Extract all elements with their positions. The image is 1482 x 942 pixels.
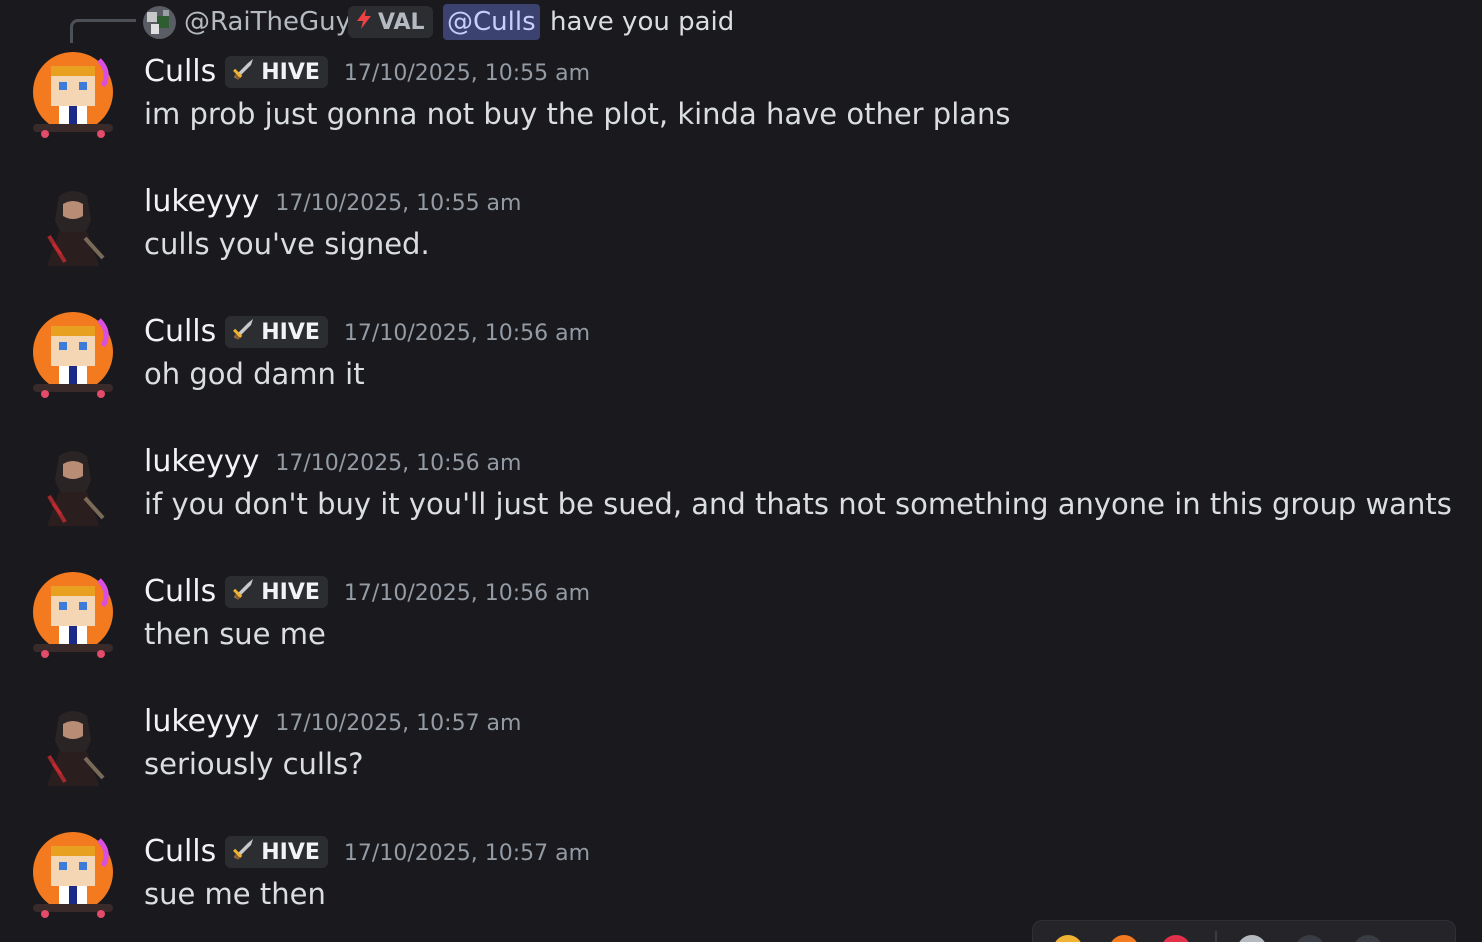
username[interactable]: Culls: [144, 832, 216, 872]
timestamp[interactable]: 17/10/2025, 10:57 am: [275, 700, 521, 744]
username[interactable]: lukeyyy: [144, 442, 259, 482]
lukeyyy-avatar[interactable]: [29, 182, 117, 270]
timestamp[interactable]: 17/10/2025, 10:56 am: [344, 310, 590, 354]
message-header: Culls HIVE 17/10/2025, 10:56 am: [144, 312, 590, 352]
message-content: im prob just gonna not buy the plot, kin…: [144, 97, 1011, 131]
message-header: lukeyyy 17/10/2025, 10:56 am: [144, 442, 521, 482]
role-tag[interactable]: HIVE: [225, 316, 328, 348]
thumbs-up-reaction-icon[interactable]: [1053, 935, 1083, 942]
timestamp[interactable]: 17/10/2025, 10:55 am: [344, 50, 590, 94]
message-header: Culls HIVE 17/10/2025, 10:55 am: [144, 52, 590, 92]
username[interactable]: Culls: [144, 52, 216, 92]
message-item[interactable]: Culls HIVE 17/10/2025, 10:56 am oh god d…: [0, 312, 1482, 432]
culls-avatar[interactable]: [29, 52, 117, 140]
reply-role-tag[interactable]: VAL: [348, 6, 433, 38]
message-header: lukeyyy 17/10/2025, 10:55 am: [144, 182, 521, 222]
message-item[interactable]: Culls HIVE 17/10/2025, 10:56 am then sue…: [0, 572, 1482, 692]
timestamp[interactable]: 17/10/2025, 10:56 am: [344, 570, 590, 614]
reply-preview[interactable]: @RaiTheGuy VAL @Culls have you paid: [0, 0, 1482, 44]
role-tag[interactable]: HIVE: [225, 56, 328, 88]
message-item[interactable]: lukeyyy 17/10/2025, 10:55 am culls you'v…: [0, 182, 1482, 302]
username[interactable]: Culls: [144, 572, 216, 612]
message-content: seriously culls?: [144, 747, 364, 781]
message-content: if you don't buy it you'll just be sued,…: [144, 487, 1452, 521]
add-reaction-icon[interactable]: [1237, 935, 1267, 942]
timestamp[interactable]: 17/10/2025, 10:56 am: [275, 440, 521, 484]
culls-avatar[interactable]: [29, 572, 117, 660]
toolbar-divider: [1215, 931, 1217, 942]
timestamp[interactable]: 17/10/2025, 10:57 am: [344, 830, 590, 874]
message-header: lukeyyy 17/10/2025, 10:57 am: [144, 702, 521, 742]
username[interactable]: lukeyyy: [144, 182, 259, 222]
reply-author[interactable]: @RaiTheGuy: [184, 4, 351, 40]
role-tag-label: HIVE: [261, 59, 320, 85]
reply-icon[interactable]: [1295, 935, 1325, 942]
lukeyyy-avatar[interactable]: [29, 442, 117, 530]
timestamp[interactable]: 17/10/2025, 10:55 am: [275, 180, 521, 224]
culls-avatar[interactable]: [29, 832, 117, 920]
culls-avatar[interactable]: [29, 312, 117, 400]
message-content: culls you've signed.: [144, 227, 430, 261]
role-tag[interactable]: HIVE: [225, 836, 328, 868]
message-header: Culls HIVE 17/10/2025, 10:57 am: [144, 832, 590, 872]
reply-avatar[interactable]: [143, 6, 176, 39]
reply-role-tag-label: VAL: [378, 9, 425, 35]
message-item[interactable]: Culls HIVE 17/10/2025, 10:55 am im prob …: [0, 52, 1482, 172]
role-tag-label: HIVE: [261, 319, 320, 345]
lukeyyy-avatar[interactable]: [29, 702, 117, 790]
message-actions-toolbar[interactable]: [1032, 920, 1456, 942]
sword-icon: [231, 317, 257, 347]
lightning-icon: [354, 8, 374, 36]
message-content: oh god damn it: [144, 357, 365, 391]
sword-icon: [231, 577, 257, 607]
sword-icon: [231, 57, 257, 87]
forward-icon[interactable]: [1353, 935, 1383, 942]
role-tag[interactable]: HIVE: [225, 576, 328, 608]
role-tag-label: HIVE: [261, 579, 320, 605]
message-item[interactable]: lukeyyy 17/10/2025, 10:56 am if you don'…: [0, 442, 1482, 562]
reply-connector: [70, 19, 136, 43]
message-header: Culls HIVE 17/10/2025, 10:56 am: [144, 572, 590, 612]
chat-log: @RaiTheGuy VAL @Culls have you paid Cull…: [0, 0, 1482, 942]
reply-mention[interactable]: @Culls: [443, 4, 540, 40]
username[interactable]: lukeyyy: [144, 702, 259, 742]
message-content: sue me then: [144, 877, 326, 911]
reply-text[interactable]: have you paid: [550, 4, 734, 40]
message-content: then sue me: [144, 617, 326, 651]
fire-reaction-icon[interactable]: [1109, 935, 1139, 942]
message-item[interactable]: lukeyyy 17/10/2025, 10:57 am seriously c…: [0, 702, 1482, 822]
heart-reaction-icon[interactable]: [1161, 935, 1191, 942]
sword-icon: [231, 837, 257, 867]
role-tag-label: HIVE: [261, 839, 320, 865]
username[interactable]: Culls: [144, 312, 216, 352]
